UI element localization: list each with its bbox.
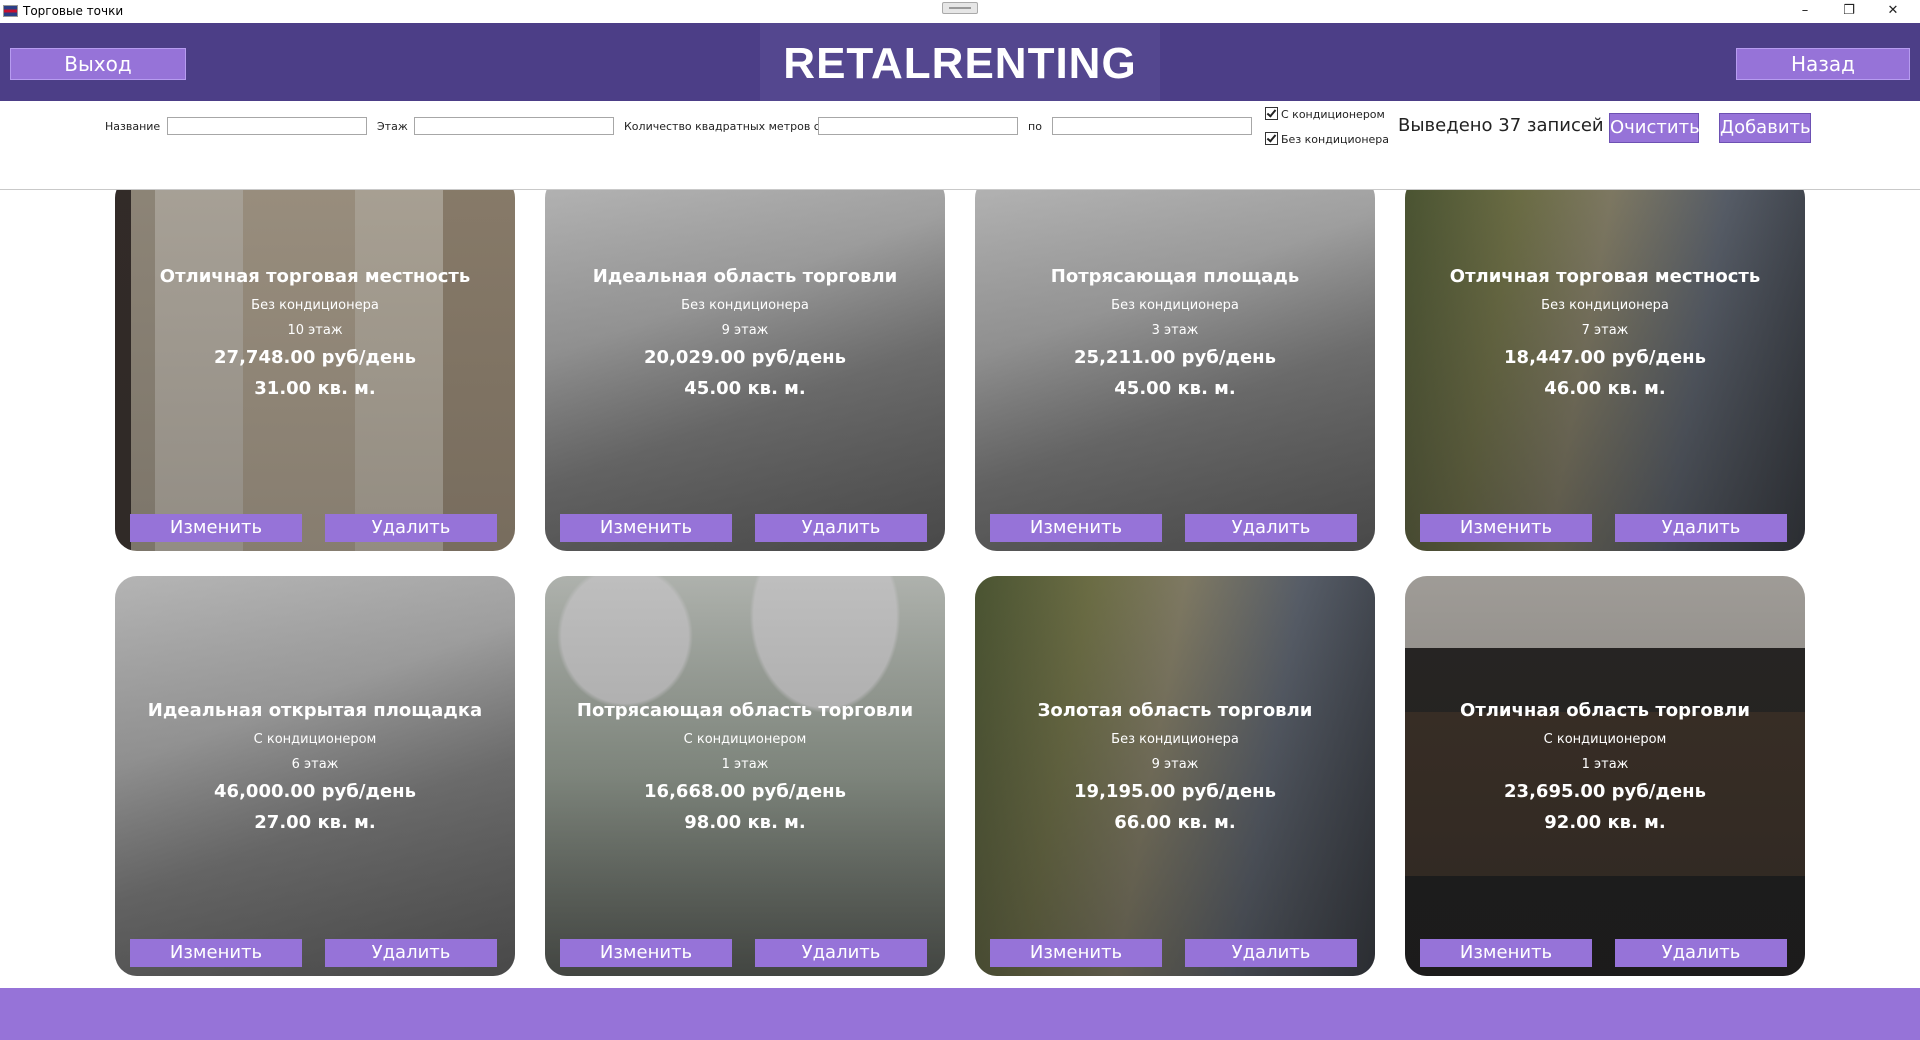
retail-card: Идеальная открытая площадка С кондиционе… <box>115 576 515 976</box>
delete-button[interactable]: Удалить <box>325 939 497 967</box>
retail-card: Отличная область торговли С кондиционеро… <box>1405 576 1805 976</box>
without-ac-checkbox[interactable]: Без кондиционера <box>1265 132 1389 146</box>
app-header: Выход RETALRENTING Назад <box>0 23 1920 101</box>
card-floor: 1 этаж <box>721 757 769 772</box>
logo-panel: RETALRENTING <box>760 23 1160 101</box>
card-area: 46.00 кв. м. <box>1544 378 1666 399</box>
close-button[interactable]: ✕ <box>1870 0 1916 23</box>
retail-card: Отличная торговая местность Без кондицио… <box>1405 190 1805 551</box>
edit-button[interactable]: Изменить <box>1420 514 1592 542</box>
name-filter-input[interactable] <box>167 117 367 135</box>
drag-handle-icon[interactable] <box>942 2 978 14</box>
card-area: 45.00 кв. м. <box>684 378 806 399</box>
card-price: 25,211.00 руб/день <box>1074 347 1276 368</box>
retail-points-list[interactable]: Отличная торговая местность Без кондицио… <box>0 190 1920 988</box>
card-area: 98.00 кв. м. <box>684 812 806 833</box>
app-flag-icon <box>3 5 18 17</box>
card-floor: 1 этаж <box>1581 757 1629 772</box>
back-button[interactable]: Назад <box>1736 48 1910 80</box>
checkbox-checked-icon <box>1265 132 1278 145</box>
edit-button[interactable]: Изменить <box>130 939 302 967</box>
delete-button[interactable]: Удалить <box>1615 514 1787 542</box>
card-area: 45.00 кв. м. <box>1114 378 1236 399</box>
card-price: 27,748.00 руб/день <box>214 347 416 368</box>
card-ac: Без кондиционера <box>681 298 809 313</box>
edit-button[interactable]: Изменить <box>1420 939 1592 967</box>
exit-button[interactable]: Выход <box>10 48 186 80</box>
card-area: 31.00 кв. м. <box>254 378 376 399</box>
card-title: Идеальная область торговли <box>592 266 898 287</box>
area-to-label: по <box>1028 120 1042 133</box>
without-ac-label: Без кондиционера <box>1281 133 1390 146</box>
area-to-input[interactable] <box>1052 117 1252 135</box>
records-count: Выведено 37 записей <box>1398 115 1604 136</box>
card-floor: 9 этаж <box>721 323 769 338</box>
card-ac: С кондиционером <box>253 732 377 747</box>
card-area: 27.00 кв. м. <box>254 812 376 833</box>
with-ac-label: С кондиционером <box>1281 108 1385 121</box>
delete-button[interactable]: Удалить <box>755 939 927 967</box>
card-area: 66.00 кв. м. <box>1114 812 1236 833</box>
edit-button[interactable]: Изменить <box>990 514 1162 542</box>
card-ac: Без кондиционера <box>1111 732 1239 747</box>
delete-button[interactable]: Удалить <box>1185 939 1357 967</box>
card-price: 16,668.00 руб/день <box>644 781 846 802</box>
retail-card: Потрясающая область торговли С кондицион… <box>545 576 945 976</box>
card-ac: С кондиционером <box>1543 732 1667 747</box>
card-title: Отличная область торговли <box>1460 700 1750 721</box>
card-title: Потрясающая площадь <box>1050 266 1300 287</box>
maximize-button[interactable]: ❐ <box>1826 0 1872 23</box>
floor-filter-input[interactable] <box>414 117 614 135</box>
card-ac: С кондиционером <box>683 732 807 747</box>
edit-button[interactable]: Изменить <box>130 514 302 542</box>
area-from-label: Количество квадратных метров с <box>624 120 820 133</box>
card-ac: Без кондиционера <box>1111 298 1239 313</box>
card-price: 46,000.00 руб/день <box>214 781 416 802</box>
delete-button[interactable]: Удалить <box>1185 514 1357 542</box>
delete-button[interactable]: Удалить <box>755 514 927 542</box>
clear-button[interactable]: Очистить <box>1609 113 1700 143</box>
delete-button[interactable]: Удалить <box>1615 939 1787 967</box>
card-title: Идеальная открытая площадка <box>147 700 483 721</box>
checkbox-checked-icon <box>1265 107 1278 120</box>
card-price: 23,695.00 руб/день <box>1504 781 1706 802</box>
card-floor: 3 этаж <box>1151 323 1199 338</box>
edit-button[interactable]: Изменить <box>560 514 732 542</box>
card-price: 18,447.00 руб/день <box>1504 347 1706 368</box>
retail-card: Золотая область торговли Без кондиционер… <box>975 576 1375 976</box>
filter-bar: Название Этаж Количество квадратных метр… <box>0 101 1920 190</box>
app-logo: RETALRENTING <box>783 39 1137 88</box>
card-title: Потрясающая область торговли <box>576 700 914 721</box>
window-title: Торговые точки <box>23 4 124 18</box>
card-title: Отличная торговая местность <box>159 266 471 287</box>
add-button[interactable]: Добавить <box>1719 113 1811 143</box>
card-price: 19,195.00 руб/день <box>1074 781 1276 802</box>
card-area: 92.00 кв. м. <box>1544 812 1666 833</box>
retail-card: Идеальная область торговли Без кондицион… <box>545 190 945 551</box>
delete-button[interactable]: Удалить <box>325 514 497 542</box>
card-title: Золотая область торговли <box>1037 700 1313 721</box>
card-ac: Без кондиционера <box>251 298 379 313</box>
minimize-button[interactable]: – <box>1782 0 1828 23</box>
edit-button[interactable]: Изменить <box>560 939 732 967</box>
edit-button[interactable]: Изменить <box>990 939 1162 967</box>
card-floor: 6 этаж <box>291 757 339 772</box>
window-title-bar: Торговые точки – ❐ ✕ <box>0 0 1920 23</box>
card-title: Отличная торговая местность <box>1449 266 1761 287</box>
floor-filter-label: Этаж <box>377 120 408 133</box>
retail-card: Отличная торговая местность Без кондицио… <box>115 190 515 551</box>
card-floor: 7 этаж <box>1581 323 1629 338</box>
card-ac: Без кондиционера <box>1541 298 1669 313</box>
card-floor: 10 этаж <box>287 323 343 338</box>
footer-bar <box>0 988 1920 1040</box>
retail-card: Потрясающая площадь Без кондиционера 3 э… <box>975 190 1375 551</box>
with-ac-checkbox[interactable]: С кондиционером <box>1265 107 1385 121</box>
area-from-input[interactable] <box>818 117 1018 135</box>
name-filter-label: Название <box>105 120 161 133</box>
card-price: 20,029.00 руб/день <box>644 347 846 368</box>
card-floor: 9 этаж <box>1151 757 1199 772</box>
